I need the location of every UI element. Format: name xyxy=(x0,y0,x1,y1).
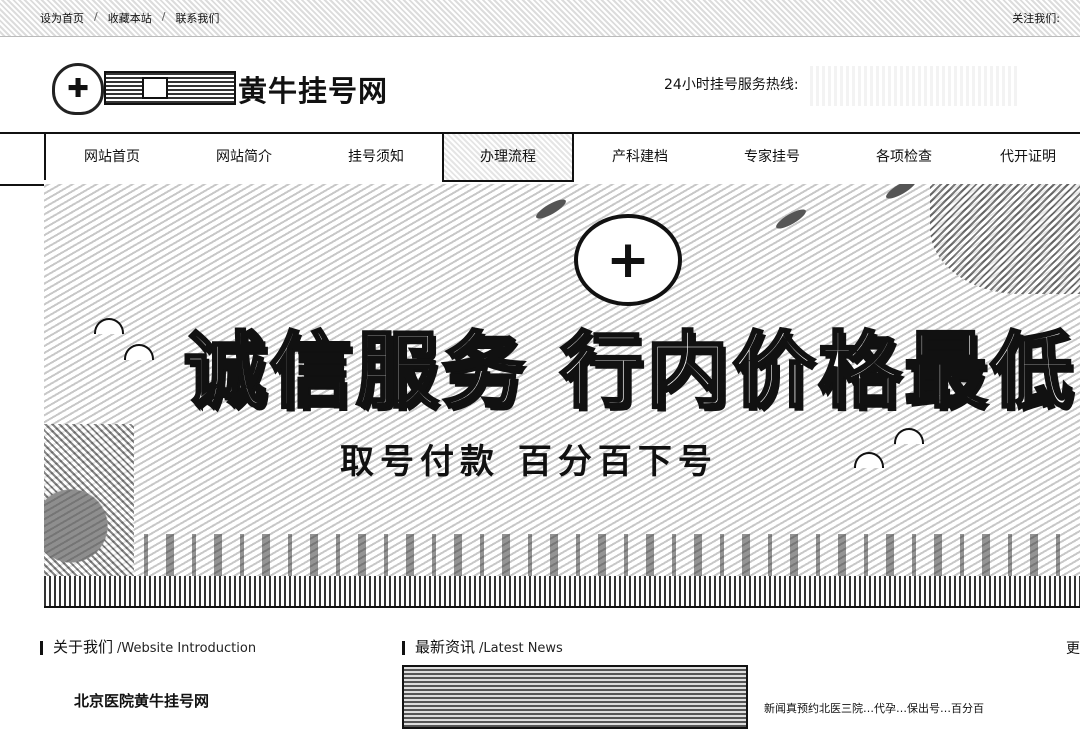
news-subtitle: /Latest News xyxy=(479,641,563,656)
leaf-decoration xyxy=(883,184,919,202)
parachute-icon xyxy=(894,428,924,444)
about-section-title: 关于我们/Website Introduction xyxy=(40,636,256,657)
hotline-label: 24小时挂号服务热线: xyxy=(664,77,799,93)
about-heading[interactable]: 北京医院黄牛挂号网 xyxy=(74,690,209,711)
parachute-icon xyxy=(94,318,124,334)
about-subtitle: /Website Introduction xyxy=(117,641,257,656)
nav-item-exams[interactable]: 各项检查 xyxy=(844,134,964,180)
nav-item-notice[interactable]: 挂号须知 xyxy=(316,134,436,180)
banner-headline: 诚信服务 行内价格最低 xyxy=(183,323,1077,421)
logo-box xyxy=(142,77,168,99)
nav-item-experts[interactable]: 专家挂号 xyxy=(712,134,832,180)
nav-item-obstetrics[interactable]: 产科建档 xyxy=(580,134,700,180)
nav-item-certificates[interactable]: 代开证明 xyxy=(976,134,1080,180)
logo-graphic xyxy=(104,71,236,105)
about-title[interactable]: 关于我们 xyxy=(53,638,113,656)
separator: / xyxy=(161,10,166,23)
hotline-number-obscured xyxy=(810,66,1020,106)
tree-branch-decoration xyxy=(930,184,1080,294)
title-bar xyxy=(40,640,43,655)
bookmark-link[interactable]: 收藏本站 xyxy=(108,10,152,26)
news-title[interactable]: 最新资讯 xyxy=(415,638,475,656)
main-nav: 网站首页 网站简介 挂号须知 办理流程 产科建档 专家挂号 各项检查 代开证明 xyxy=(0,132,1080,186)
leaf-decoration xyxy=(533,196,569,222)
nav-item-process[interactable]: 办理流程 xyxy=(442,132,574,182)
separator: / xyxy=(94,10,98,23)
set-homepage-link[interactable]: 设为首页 xyxy=(40,10,84,26)
nav-item-home[interactable]: 网站首页 xyxy=(52,134,172,180)
parachute-icon xyxy=(854,452,884,468)
banner-subline: 取号付款 百分百下号 xyxy=(340,442,718,482)
news-section-title: 最新资讯/Latest News xyxy=(402,636,563,657)
banner-cross-emblem-icon: + xyxy=(574,214,682,306)
nav-item-intro[interactable]: 网站简介 xyxy=(184,134,304,180)
news-thumbnail[interactable] xyxy=(402,665,748,729)
follow-us-label[interactable]: 关注我们: xyxy=(1012,10,1060,26)
leaf-decoration xyxy=(773,206,809,232)
ground-decoration xyxy=(44,576,1080,606)
tree-decoration xyxy=(44,424,134,594)
parachute-icon xyxy=(124,344,154,360)
top-links: 设为首页 / 收藏本站 / 联系我们 xyxy=(40,10,219,26)
more-link[interactable]: 更 xyxy=(1066,638,1080,658)
top-utility-bar: 设为首页 / 收藏本站 / 联系我们 关注我们: xyxy=(0,0,1080,37)
news-item[interactable]: 新闻真预约北医三院…代孕…保出号…百分百 xyxy=(764,700,984,716)
nav-left-block xyxy=(0,134,46,180)
site-title[interactable]: 黄牛挂号网 xyxy=(238,68,388,110)
hero-banner[interactable]: + 诚信服务 行内价格最低 取号付款 百分百下号 xyxy=(44,184,1080,608)
hospital-emblem-icon: ✚ xyxy=(52,63,104,115)
contact-link[interactable]: 联系我们 xyxy=(175,10,219,26)
title-bar xyxy=(402,640,405,655)
